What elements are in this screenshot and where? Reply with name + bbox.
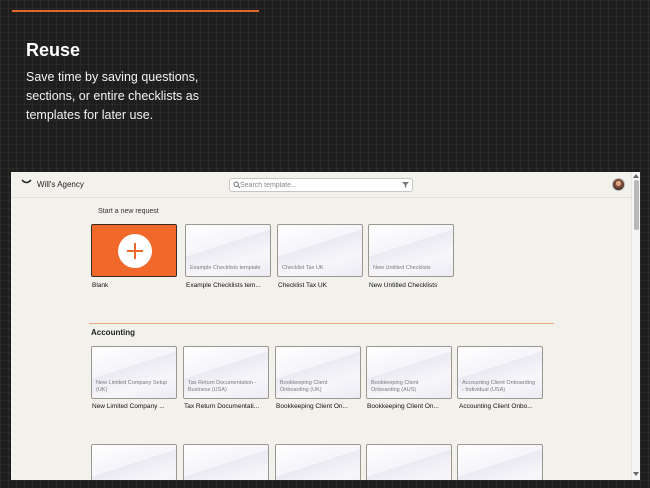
template-card-title: Bookkeeping Client Onboarding (AUS)	[371, 380, 419, 393]
template-card-title: Checklist Tax UK	[282, 265, 324, 271]
app-window: Will's Agency Start a new request Blank …	[11, 172, 640, 480]
filter-icon[interactable]	[402, 182, 409, 188]
hero-title: Reuse	[26, 40, 81, 60]
template-card-caption[interactable]: Checklist Tax UK	[278, 282, 370, 289]
template-card[interactable]: Example Checklists template	[185, 224, 271, 277]
template-card[interactable]: Bookkeeping Client Onboarding (UK)	[275, 346, 361, 399]
template-card-caption[interactable]: Example Checklists tem...	[186, 282, 278, 289]
template-card-title: Example Checklists template	[190, 265, 261, 271]
scroll-up-icon[interactable]	[633, 174, 639, 178]
template-card-title: Tax Return Documentation - Business (USA…	[188, 380, 257, 393]
template-card-caption[interactable]: New Limited Company ...	[92, 403, 184, 410]
top-bar: Will's Agency	[11, 172, 631, 198]
template-card[interactable]: Accounting Client Onboarding - Individua…	[457, 346, 543, 399]
template-card-caption[interactable]: New Untitled Checklists	[369, 282, 461, 289]
accent-line	[12, 10, 259, 12]
template-card[interactable]: Checklist Tax UK	[277, 224, 363, 277]
template-card[interactable]	[275, 444, 361, 480]
section-title-accounting: Accounting	[91, 328, 135, 337]
logo-icon[interactable]	[21, 178, 32, 186]
template-card[interactable]	[91, 444, 177, 480]
agency-name[interactable]: Will's Agency	[37, 180, 84, 189]
template-card[interactable]: Bookkeeping Client Onboarding (AUS)	[366, 346, 452, 399]
template-card[interactable]	[183, 444, 269, 480]
template-card-caption[interactable]: Tax Return Documentati...	[184, 403, 276, 410]
scrollbar[interactable]	[631, 172, 640, 480]
start-new-request-label: Start a new request	[98, 208, 159, 215]
search-input[interactable]	[240, 179, 390, 191]
template-card-caption[interactable]: Blank	[92, 282, 184, 289]
template-card[interactable]: New Untitled Checklists	[368, 224, 454, 277]
template-card[interactable]: Tax Return Documentation - Business (USA…	[183, 346, 269, 399]
scroll-down-icon[interactable]	[633, 472, 639, 476]
plus-icon	[118, 234, 152, 268]
template-card[interactable]	[366, 444, 452, 480]
template-card-title: Accounting Client Onboarding - Individua…	[462, 380, 536, 393]
hero-description: Save time by saving questions, sections,…	[26, 70, 199, 122]
template-card-title: Bookkeeping Client Onboarding (UK)	[280, 380, 328, 393]
template-card-blank[interactable]	[91, 224, 177, 277]
template-card[interactable]: New Limited Company Setup (UK)	[91, 346, 177, 399]
template-card-title: New Limited Company Setup (UK)	[96, 380, 168, 393]
template-card-caption[interactable]: Bookkeeping Client On...	[276, 403, 368, 410]
template-card-title: New Untitled Checklists	[373, 265, 431, 271]
template-card-caption[interactable]: Accounting Client Onbo...	[459, 403, 551, 410]
avatar[interactable]	[612, 178, 625, 191]
search-bar[interactable]	[229, 178, 413, 192]
template-card[interactable]	[457, 444, 543, 480]
scroll-thumb[interactable]	[634, 180, 639, 230]
template-card-caption[interactable]: Bookkeeping Client On...	[367, 403, 459, 410]
section-divider	[89, 323, 554, 324]
